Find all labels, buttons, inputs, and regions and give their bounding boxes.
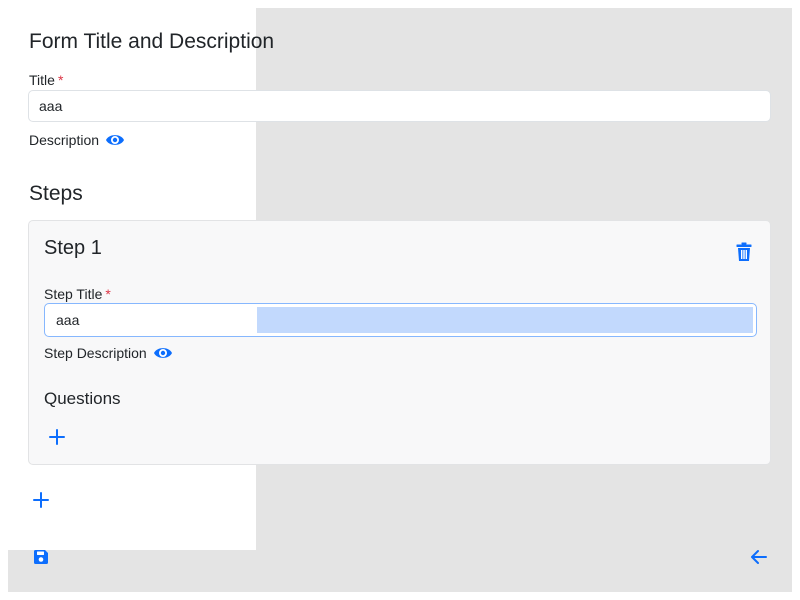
title-label: Title * [29,72,63,88]
eye-icon[interactable] [153,343,173,363]
add-step-plus-icon[interactable] [33,492,49,508]
eye-icon[interactable] [105,130,125,150]
steps-heading: Steps [29,182,83,205]
description-row: Description [29,130,125,150]
save-icon[interactable] [33,549,49,565]
questions-heading: Questions [44,389,121,408]
description-label: Description [29,132,100,148]
step-title-label-text: Step Title [44,286,103,302]
title-input[interactable]: aaa [28,90,771,122]
form-section-title: Form Title and Description [29,30,275,53]
step-card: Step 1 Step Title* aaa Step Description [28,220,771,465]
step-title: Step 1 [44,237,102,259]
form-content: Form Title and Description Title * aaa De… [0,0,800,600]
add-question-plus-icon[interactable] [49,429,65,445]
step-title-input[interactable]: aaa [44,303,757,337]
step-title-label: Step Title * [44,286,111,302]
trash-icon[interactable] [736,242,752,262]
step-title-input-value: aaa [56,312,80,328]
required-asterisk: * [57,72,64,88]
required-asterisk: * [105,286,111,302]
step-description-row: Step Description [44,343,173,363]
title-input-value: aaa [39,98,63,114]
step-description-label: Step Description [44,345,147,361]
arrow-left-icon[interactable] [750,549,767,565]
step-title-input-selection: aaa [48,307,753,333]
title-label-text: Title [29,72,55,88]
